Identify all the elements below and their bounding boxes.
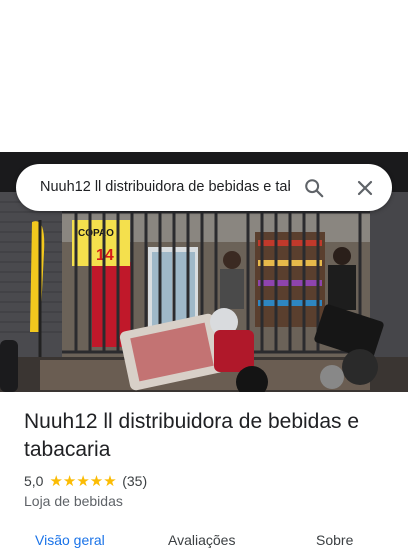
place-category[interactable]: Loja de bebidas — [24, 493, 123, 509]
search-icon[interactable] — [303, 177, 325, 199]
rating-value: 5,0 — [24, 473, 44, 489]
search-input[interactable] — [40, 164, 290, 211]
star-rating: ★★★★★ — [49, 473, 117, 489]
close-icon[interactable] — [355, 178, 375, 198]
tab-overview[interactable]: Visão geral — [35, 532, 105, 548]
sign-text: COPAO — [78, 228, 114, 239]
map-area-blank — [0, 0, 408, 152]
tab-about[interactable]: Sobre — [316, 532, 353, 548]
place-title: Nuuh12 ll distribuidora de bebidas e tab… — [24, 410, 360, 461]
tab-reviews[interactable]: Avaliações — [168, 532, 235, 548]
review-count[interactable]: (35) — [122, 473, 147, 489]
place-tabs: Visão geral Avaliações Sobre — [0, 530, 408, 550]
rating-row[interactable]: 5,0 ★★★★★ (35) — [24, 472, 147, 490]
star-icon: ★★★★★ — [49, 472, 117, 490]
search-bar — [16, 164, 392, 211]
